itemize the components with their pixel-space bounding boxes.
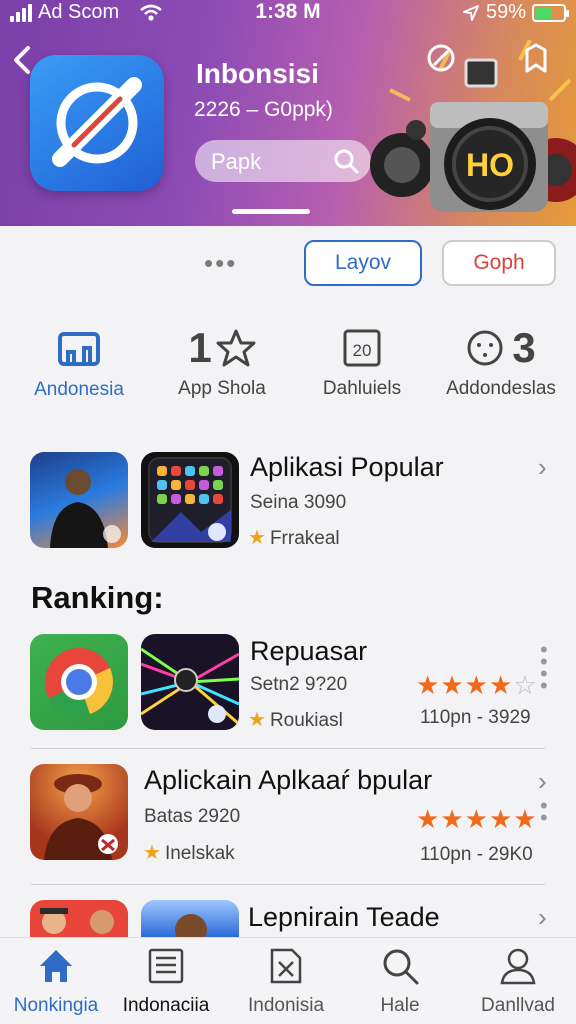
stat-label: App Shola — [178, 378, 266, 399]
status-right: 59% — [462, 1, 569, 24]
battery-level — [535, 6, 552, 19]
ranking-1-thumbnail[interactable] — [141, 634, 239, 730]
featured-tag: ★ Frrakeal — [248, 525, 340, 550]
ranking-1-rating: ★★★★☆ — [416, 670, 538, 701]
ranking-3-thumbnail[interactable] — [141, 900, 239, 937]
more-vertical-icon[interactable]: • • — [540, 795, 550, 829]
ranking-1-icon[interactable] — [30, 634, 128, 730]
svg-text:HO: HO — [466, 147, 514, 183]
star-filled-icon: ★ — [488, 804, 514, 834]
status-bar: Ad Scom 1:38 M 59% — [0, 0, 576, 26]
nav-label: Indonisia — [247, 995, 325, 1016]
star-filled-icon: ★ — [440, 670, 465, 700]
monitor-icon — [58, 332, 100, 366]
chevron-right-icon[interactable]: › — [538, 902, 547, 933]
ranking-3-icon[interactable] — [30, 900, 128, 937]
more-options-icon[interactable]: ••• — [204, 250, 237, 276]
battery-icon — [532, 3, 569, 22]
list-divider — [31, 884, 545, 885]
nav-item-search[interactable]: Hale — [360, 946, 440, 1017]
face-icon — [467, 330, 503, 366]
stat-item-2[interactable]: 1 App Shola — [172, 324, 272, 400]
star-empty-icon: ☆ — [513, 670, 538, 700]
ranking-2-tag: ★ Inelskak — [143, 840, 235, 865]
stat-label: Andonesia — [34, 379, 124, 400]
star-filled-icon: ★ — [416, 804, 441, 834]
app-subtitle: 2226 – G0ppk) — [194, 98, 333, 121]
ranking-2-subtitle: Batas 2920 — [144, 806, 241, 827]
star-filled-icon: ★ — [464, 804, 489, 834]
featured-tag-label: Frrakeal — [269, 528, 340, 549]
search-icon[interactable] — [333, 148, 359, 174]
app-icon — [30, 55, 164, 191]
more-vertical-icon[interactable]: • • • • — [540, 639, 550, 697]
stat-item-1[interactable]: Andonesia — [30, 326, 128, 401]
featured-subtitle: Seina 3090 — [250, 492, 347, 513]
stat-value: 1 — [188, 324, 212, 371]
nav-item-profile[interactable]: Danllvad — [470, 946, 566, 1017]
star-outline-icon — [216, 329, 256, 367]
ranking-1-subtitle: Setn2 9?20 — [250, 674, 348, 695]
featured-thumbnail-2[interactable] — [141, 452, 239, 548]
search-icon — [383, 949, 419, 985]
search-field[interactable]: Papk — [195, 140, 371, 182]
featured-thumbnail-1[interactable] — [30, 452, 128, 548]
ranking-2-rating: ★★★★★ — [416, 804, 538, 835]
news-icon — [148, 948, 184, 984]
star-icon: ★ — [248, 709, 266, 731]
primary-action-button[interactable]: Layov — [304, 240, 422, 286]
calendar-icon: 20 — [343, 329, 381, 367]
secondary-action-button[interactable]: Goph — [442, 240, 556, 286]
page-indicator — [232, 209, 310, 214]
compass-logo-icon — [52, 77, 142, 167]
star-icon: ★ — [143, 842, 161, 864]
location-icon — [462, 4, 479, 21]
star-icon: ★ — [248, 527, 266, 549]
ranking-2-tag-label: Inelskak — [164, 843, 235, 864]
list-divider — [31, 748, 545, 749]
nav-label: Indonaciia — [122, 995, 210, 1016]
nav-label: Hale — [380, 995, 420, 1016]
bottom-nav: Nonkingia Indonaciia Indonisia Hale Danl… — [0, 937, 576, 1024]
nav-label: Danllvad — [481, 995, 555, 1016]
featured-title[interactable]: Aplikasi Popular — [250, 452, 444, 483]
star-filled-icon: ★ — [513, 804, 538, 834]
nav-item-news[interactable]: Indonaciia — [118, 946, 214, 1017]
compass-button-icon[interactable] — [425, 42, 457, 74]
ranking-1-downloads: 110pn - 3929 — [420, 707, 531, 728]
stat-item-4[interactable]: 3 Addondeslas — [446, 324, 556, 400]
nav-item-home[interactable]: Nonkingia — [10, 946, 102, 1017]
ranking-1-title[interactable]: Repuasar — [250, 636, 367, 667]
section-title: Ranking: — [31, 580, 164, 615]
star-filled-icon: ★ — [464, 670, 489, 700]
person-icon — [500, 948, 536, 985]
chevron-right-icon[interactable]: › — [538, 452, 547, 483]
ranking-1-tag: ★ Roukiasl — [248, 707, 343, 732]
nav-item-documents[interactable]: Indonisia — [238, 946, 334, 1017]
document-icon — [270, 948, 302, 984]
star-filled-icon: ★ — [416, 670, 441, 700]
ranking-2-icon[interactable] — [30, 764, 128, 860]
star-filled-icon: ★ — [440, 804, 465, 834]
stat-item-3[interactable]: 20 Dahluiels — [312, 326, 412, 400]
stat-value: 3 — [512, 324, 536, 371]
search-placeholder: Papk — [211, 149, 262, 174]
home-icon — [40, 950, 72, 982]
battery-percent: 59% — [485, 1, 526, 23]
star-filled-icon: ★ — [488, 670, 514, 700]
bookmark-icon[interactable] — [522, 42, 550, 74]
ranking-2-downloads: 110pn - 29K0 — [420, 844, 533, 865]
nav-label: Nonkingia — [13, 995, 99, 1016]
app-header: Ad Scom 1:38 M 59% Inbonsisi 2226 – G0pp… — [0, 0, 576, 226]
ranking-3-title[interactable]: Lepnirain Teade — [248, 902, 440, 933]
calendar-badge: 20 — [353, 341, 372, 360]
app-title: Inbonsisi — [196, 58, 319, 89]
chrome-icon — [45, 648, 113, 717]
stat-label: Addondeslas — [446, 378, 556, 399]
ranking-2-title[interactable]: Aplickain Aplkaaŕ bpular — [144, 765, 432, 796]
ranking-1-tag-label: Roukiasl — [269, 710, 343, 731]
stat-label: Dahluiels — [322, 378, 402, 399]
